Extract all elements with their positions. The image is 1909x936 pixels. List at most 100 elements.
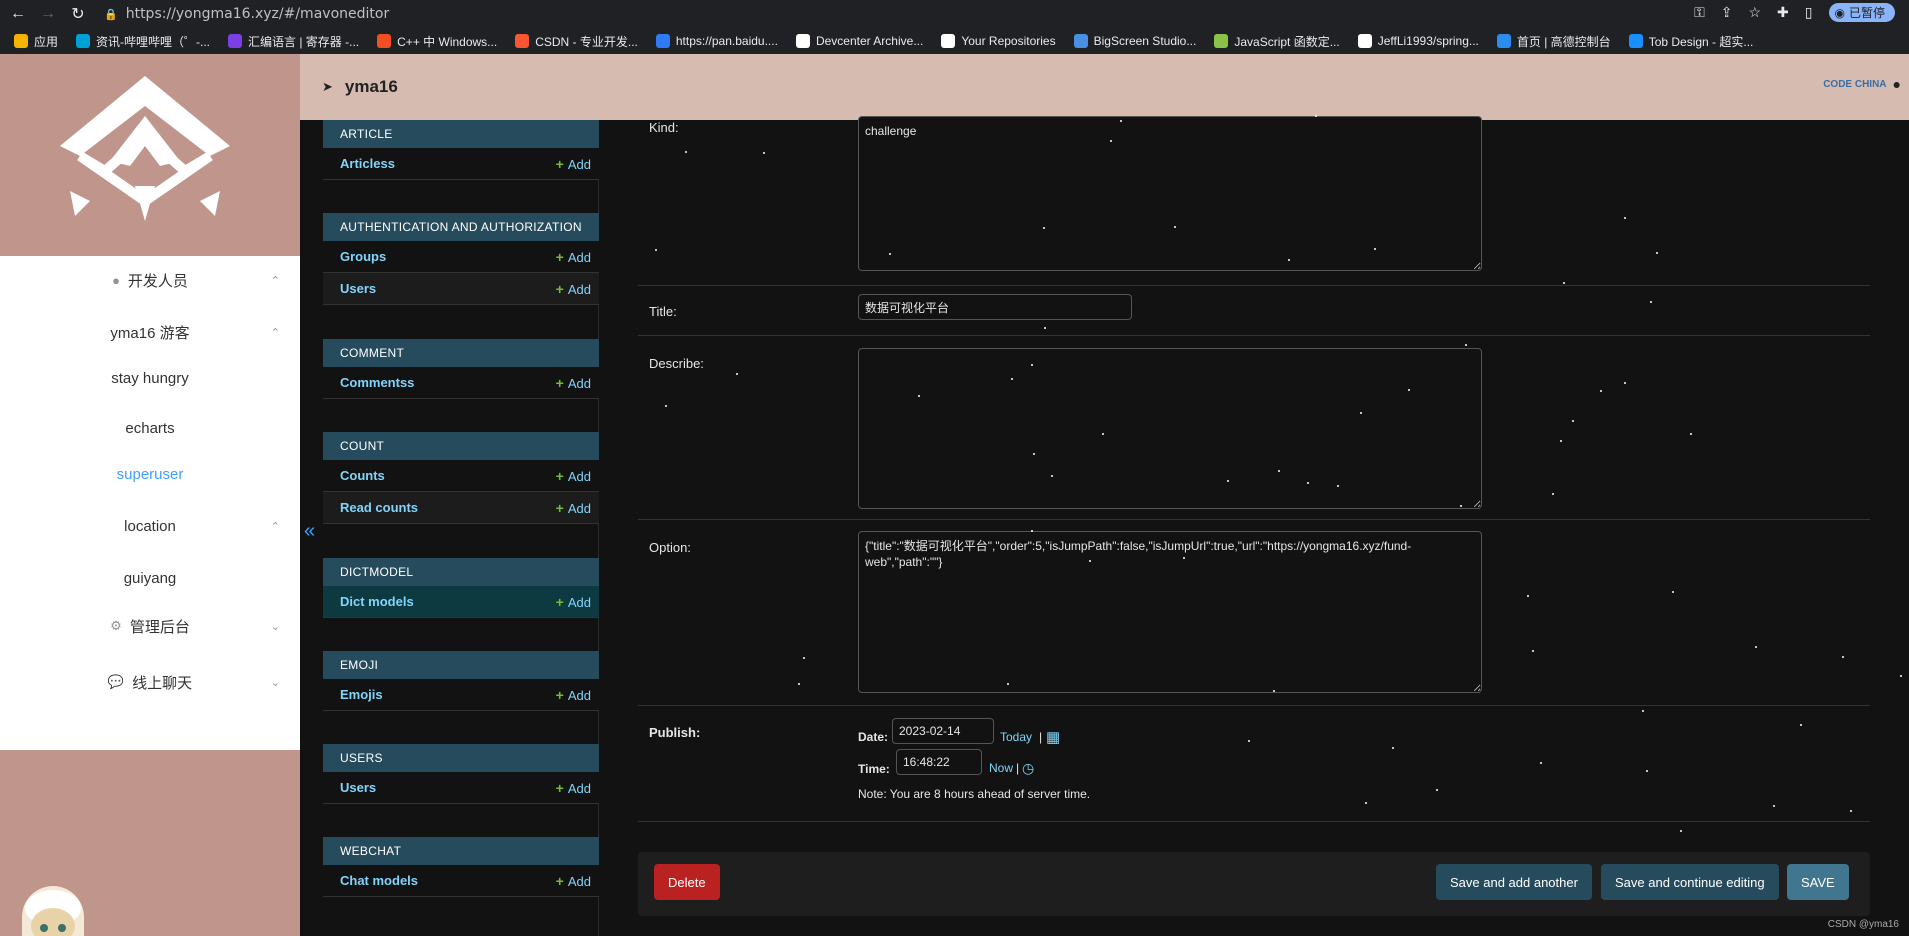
add-model-link[interactable]: + Add <box>556 594 591 610</box>
app-caption[interactable]: ARTICLE <box>323 120 599 148</box>
model-link[interactable]: Articless <box>340 156 395 171</box>
bookmark-item[interactable]: Your Repositories <box>941 34 1056 48</box>
save-continue-button[interactable]: Save and continue editing <box>1601 864 1779 900</box>
kind-textarea[interactable]: challenge <box>858 116 1482 271</box>
sidepanel-icon[interactable]: ▯ <box>1805 4 1813 21</box>
now-link[interactable]: Now <box>989 761 1013 775</box>
app-caption[interactable]: EMOJI <box>323 651 599 679</box>
bookmark-item[interactable]: 资讯-哔哩哔哩（゜-... <box>76 33 210 50</box>
option-label: Option: <box>649 540 691 555</box>
calendar-icon[interactable]: ▦ <box>1046 728 1060 746</box>
sidebar-item-3[interactable]: echarts <box>0 408 300 448</box>
forward-arrow-icon[interactable]: → <box>40 5 56 23</box>
date-input[interactable] <box>892 718 994 744</box>
github-icon[interactable]: ● <box>1893 76 1901 92</box>
time-input[interactable] <box>896 749 982 775</box>
star-dot <box>1642 710 1644 712</box>
sidebar-item-6[interactable]: guiyang <box>0 558 300 598</box>
model-link[interactable]: Commentss <box>340 375 414 390</box>
back-arrow-icon[interactable]: ← <box>10 5 26 23</box>
bookmark-item[interactable]: C++ 中 Windows... <box>377 33 497 50</box>
add-model-link[interactable]: + Add <box>556 687 591 703</box>
url-text[interactable]: https://yongma16.xyz/#/mavoneditor <box>126 6 390 22</box>
delete-button[interactable]: Delete <box>654 864 720 900</box>
sidebar-item-5[interactable]: location ⌃ <box>0 506 300 546</box>
model-link[interactable]: Read counts <box>340 500 418 515</box>
bookmark-item[interactable]: 汇编语言 | 寄存器 -... <box>228 33 359 50</box>
extensions-icon[interactable]: ✚ <box>1777 4 1789 21</box>
model-link[interactable]: Emojis <box>340 687 383 702</box>
publish-label: Publish: <box>649 725 701 740</box>
app-caption[interactable]: DICTMODEL <box>323 558 599 586</box>
app-caption[interactable]: COUNT <box>323 432 599 460</box>
add-model-link[interactable]: + Add <box>556 281 591 297</box>
bookmark-item[interactable]: Tob Design - 超实... <box>1628 33 1753 50</box>
save-add-another-button[interactable]: Save and add another <box>1436 864 1592 900</box>
app-caption[interactable]: AUTHENTICATION AND AUTHORIZATION <box>323 213 599 241</box>
add-label: Add <box>567 594 591 610</box>
add-model-link[interactable]: + Add <box>556 249 591 265</box>
clock-icon[interactable]: ◷ <box>1022 760 1034 777</box>
top-header: ➤ yma16 CODE CHINA ● <box>300 54 1909 120</box>
reload-icon[interactable]: ↻ <box>70 4 86 24</box>
model-row: Read counts + Add <box>323 492 599 524</box>
add-model-link[interactable]: + Add <box>556 156 591 172</box>
sidebar-item-label: stay hungry <box>111 369 189 387</box>
title-input[interactable] <box>858 294 1132 320</box>
describe-textarea[interactable] <box>858 348 1482 509</box>
add-model-link[interactable]: + Add <box>556 500 591 516</box>
plus-icon: + <box>555 686 564 703</box>
save-button[interactable]: SAVE <box>1787 864 1849 900</box>
add-model-link[interactable]: + Add <box>556 375 591 391</box>
app-caption[interactable]: USERS <box>323 744 599 772</box>
share-icon[interactable]: ⇪ <box>1721 4 1733 21</box>
bookmark-item[interactable]: 首页 | 高德控制台 <box>1496 33 1611 50</box>
app-caption[interactable]: COMMENT <box>323 339 599 367</box>
sidebar-item-8[interactable]: 💬 线上聊天 ⌄ <box>0 662 300 702</box>
bookmark-item[interactable]: JavaScript 函数定... <box>1214 33 1340 50</box>
model-row: Dict models + Add <box>323 586 599 618</box>
field-row-describe: Describe: <box>638 336 1870 520</box>
bookmark-item[interactable]: https://pan.baidu.... <box>655 34 778 48</box>
sidebar-item-0[interactable]: ● 开发人员 ⌃ <box>0 260 300 300</box>
option-textarea[interactable]: {"title":"数据可视化平台","order":5,"isJumpPath… <box>858 531 1482 693</box>
today-link[interactable]: Today <box>1000 730 1032 744</box>
bookmark-label: Devcenter Archive... <box>815 34 924 48</box>
star-dot <box>736 373 738 375</box>
model-link[interactable]: Users <box>340 281 376 296</box>
sidebar-item-2[interactable]: stay hungry <box>0 358 300 398</box>
bookmark-item[interactable]: Devcenter Archive... <box>795 34 924 48</box>
collapse-sidebar-button[interactable]: « <box>304 520 315 543</box>
model-link[interactable]: Dict models <box>340 594 414 609</box>
bookmark-item[interactable]: CSDN - 专业开发... <box>515 33 638 50</box>
star-dot <box>1089 560 1091 562</box>
star-dot <box>1656 252 1658 254</box>
app-module: AUTHENTICATION AND AUTHORIZATION Groups + A… <box>323 213 599 305</box>
bookmark-item[interactable]: JeffLi1993/spring... <box>1357 34 1479 48</box>
star-icon[interactable]: ☆ <box>1748 4 1761 21</box>
model-link[interactable]: Groups <box>340 249 386 264</box>
add-model-link[interactable]: + Add <box>556 873 591 889</box>
model-link[interactable]: Counts <box>340 468 385 483</box>
date-separator: | <box>1039 730 1043 744</box>
app-caption[interactable]: WEBCHAT <box>323 837 599 865</box>
sidebar-item-4[interactable]: superuser <box>0 454 300 494</box>
title-label: Title: <box>649 304 677 319</box>
address-bar[interactable]: 🔒 https://yongma16.xyz/#/mavoneditor <box>104 6 389 22</box>
bookmark-item[interactable]: 应用 <box>14 33 58 50</box>
key-icon[interactable]: ⚿ <box>1694 4 1705 21</box>
add-label: Add <box>567 500 591 516</box>
site-logo[interactable] <box>60 76 230 236</box>
code-china-icon[interactable]: CODE CHINA <box>1823 79 1886 90</box>
model-link[interactable]: Chat models <box>340 873 418 888</box>
bookmark-item[interactable]: BigScreen Studio... <box>1073 34 1197 48</box>
bookmark-label: BigScreen Studio... <box>1093 34 1197 48</box>
star-dot <box>655 249 657 251</box>
profile-paused-badge[interactable]: ◉ 已暂停 <box>1828 3 1895 22</box>
model-link[interactable]: Users <box>340 780 376 795</box>
star-dot <box>1460 505 1462 507</box>
sidebar-item-1[interactable]: yma16 游客 ⌃ <box>0 312 300 352</box>
add-model-link[interactable]: + Add <box>556 780 591 796</box>
add-model-link[interactable]: + Add <box>556 468 591 484</box>
sidebar-item-7[interactable]: ⚙ 管理后台 ⌄ <box>0 606 300 646</box>
